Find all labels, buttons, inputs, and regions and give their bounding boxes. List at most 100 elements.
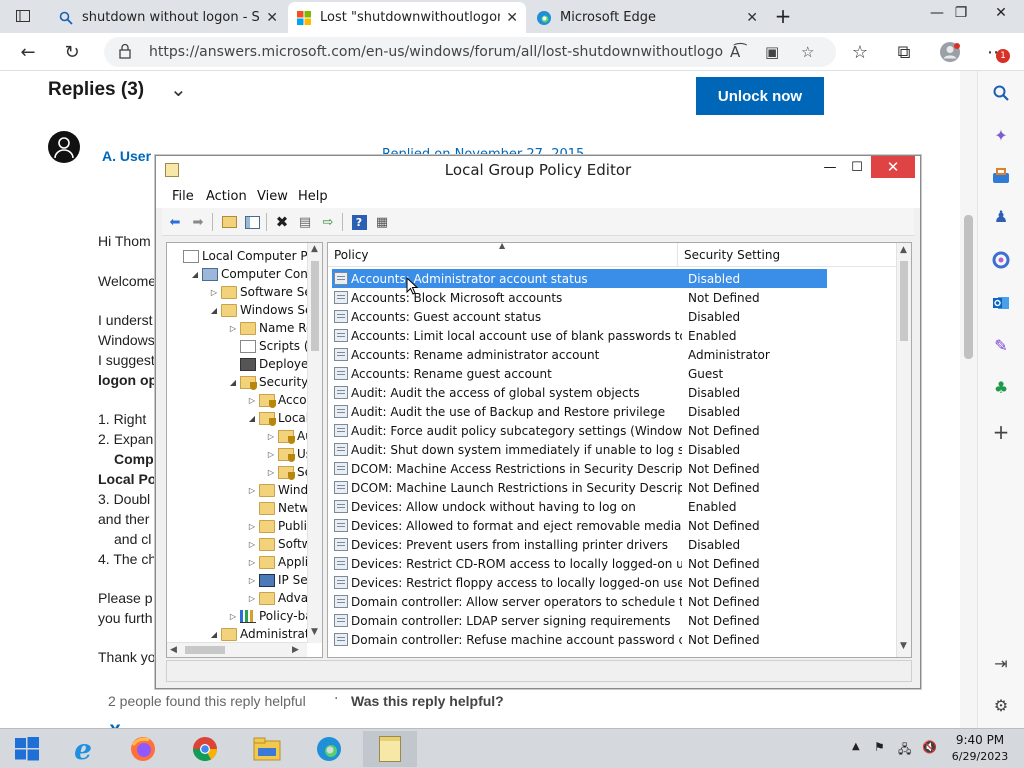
new-tab-button[interactable]: + — [766, 3, 800, 29]
properties-icon[interactable]: ▤ — [296, 213, 314, 231]
expand-arrow-icon[interactable]: ▷ — [247, 396, 257, 405]
outlook-icon[interactable] — [989, 291, 1013, 315]
collections-icon[interactable]: ⧉ — [890, 38, 918, 66]
expand-arrow-icon[interactable]: ▷ — [247, 540, 257, 549]
policy-list[interactable]: ▲ Policy Security Setting Accounts: Admi… — [327, 242, 912, 658]
tree-item[interactable]: ▷ Windo — [247, 481, 316, 499]
back-arrow-icon[interactable]: ⬅ — [166, 213, 184, 231]
expand-arrow-icon[interactable]: ▷ — [266, 468, 276, 477]
menu-file[interactable]: File — [172, 189, 194, 204]
filter-options-icon[interactable]: ▦ — [373, 213, 391, 231]
back-button[interactable]: ← — [14, 38, 42, 66]
column-divider[interactable] — [677, 243, 678, 267]
tab-lost-shutdown[interactable]: Lost "shutdownwithoutlogon" b ✕ — [288, 2, 526, 33]
gpe-title-bar[interactable]: Local Group Policy Editor — ☐ ✕ — [156, 156, 920, 184]
list-vertical-scrollbar[interactable]: ▲ ▼ — [896, 243, 911, 657]
tree-icon[interactable]: ♣ — [989, 375, 1013, 399]
policy-row[interactable]: Devices: Allowed to format and eject rem… — [332, 516, 827, 535]
policy-row[interactable]: Accounts: Guest account status Disabled — [332, 307, 827, 326]
tab-close-icon[interactable]: ✕ — [266, 10, 278, 26]
policy-row[interactable]: Devices: Allow undock without having to … — [332, 497, 827, 516]
policy-row[interactable]: DCOM: Machine Access Restrictions in Sec… — [332, 459, 827, 478]
network-icon[interactable]: 🖧 — [898, 740, 911, 761]
scrollbar-thumb[interactable] — [311, 261, 319, 351]
policy-row[interactable]: Devices: Prevent users from installing p… — [332, 535, 827, 554]
restore-window-button[interactable]: ❐ — [944, 0, 978, 26]
expand-arrow-icon[interactable]: ▷ — [266, 450, 276, 459]
close-button[interactable]: ✕ — [871, 156, 915, 178]
tab-search[interactable]: shutdown without logon - Search ✕ — [50, 2, 286, 33]
policy-row[interactable]: Domain controller: Refuse machine accoun… — [332, 630, 827, 649]
policy-row[interactable]: Accounts: Limit local account use of bla… — [332, 326, 827, 345]
policy-row[interactable]: Devices: Restrict CD-ROM access to local… — [332, 554, 827, 573]
tree-item[interactable]: Local Computer Polic — [171, 247, 322, 265]
policy-row[interactable]: Devices: Restrict floppy access to local… — [332, 573, 827, 592]
expand-arrow-icon[interactable]: ▷ — [247, 558, 257, 567]
favorites-icon[interactable]: ☆ — [846, 38, 874, 66]
hide-sidebar-icon[interactable]: ⇥ — [989, 651, 1013, 675]
internet-explorer-icon[interactable]: e — [56, 731, 110, 767]
help-icon[interactable]: ? — [350, 213, 368, 231]
sidebar-settings-icon[interactable]: ⚙ — [989, 693, 1013, 717]
reply-author[interactable]: A. User — [102, 148, 151, 164]
chrome-icon[interactable] — [178, 731, 232, 767]
minimize-button[interactable]: — — [816, 156, 844, 178]
refresh-button[interactable]: ↻ — [58, 38, 86, 66]
policy-row[interactable]: Audit: Audit the access of global system… — [332, 383, 827, 402]
tree-item[interactable]: ▷ Au — [266, 427, 313, 445]
tree-vertical-scrollbar[interactable]: ▲ ▼ — [307, 243, 322, 643]
close-window-button[interactable]: ✕ — [984, 0, 1018, 26]
scrollbar-thumb[interactable] — [185, 646, 225, 654]
read-aloud-icon[interactable]: A͡ — [730, 43, 740, 61]
collapse-arrow-icon[interactable]: ◢ — [228, 378, 238, 387]
games-icon[interactable]: ♟ — [989, 204, 1013, 228]
chevron-down-icon[interactable]: ⌄ — [170, 77, 187, 101]
expand-arrow-icon[interactable]: ▷ — [247, 576, 257, 585]
tree-item[interactable]: ◢ Windows Sett — [209, 301, 322, 319]
tree-horizontal-scrollbar[interactable]: ◀ ▶ — [167, 642, 307, 657]
expand-arrow-icon[interactable]: ▷ — [266, 432, 276, 441]
search-icon[interactable] — [989, 81, 1013, 105]
up-folder-icon[interactable] — [220, 213, 238, 231]
policy-row[interactable]: Accounts: Rename administrator account Ad… — [332, 345, 827, 364]
tree-item[interactable]: Netwo — [247, 499, 316, 517]
expand-arrow-icon[interactable]: ▷ — [247, 486, 257, 495]
policy-row[interactable]: DCOM: Machine Launch Restrictions in Sec… — [332, 478, 827, 497]
add-sidebar-app-icon[interactable]: + — [989, 420, 1013, 444]
console-tree[interactable]: Local Computer Polic ◢ Computer Configu ▷ So… — [166, 242, 323, 658]
column-header-security-setting[interactable]: Security Setting — [684, 248, 780, 262]
menu-view[interactable]: View — [257, 189, 288, 204]
group-policy-taskbar-icon[interactable] — [363, 731, 417, 767]
copilot-sparkle-icon[interactable]: ✦ — [989, 123, 1013, 147]
start-button[interactable] — [0, 731, 54, 767]
delete-icon[interactable]: ✖ — [273, 213, 291, 231]
tree-item[interactable]: ▷ Applic — [247, 553, 315, 571]
tools-icon[interactable]: ✎ — [989, 333, 1013, 357]
expand-arrow-icon[interactable]: ▷ — [228, 324, 238, 333]
expand-arrow-icon[interactable]: ▷ — [247, 522, 257, 531]
show-hidden-icons-icon[interactable]: ▲ — [852, 741, 860, 752]
action-center-flag-icon[interactable]: ⚑ — [874, 740, 885, 754]
tab-close-icon[interactable]: ✕ — [506, 10, 518, 26]
export-list-icon[interactable]: ⇨ — [319, 213, 337, 231]
tree-item[interactable]: ▷ Accou — [247, 391, 314, 409]
menu-help[interactable]: Help — [298, 189, 328, 204]
shopping-bag-icon[interactable] — [989, 164, 1013, 188]
volume-muted-icon[interactable]: 🔇 — [922, 740, 937, 754]
file-explorer-icon[interactable] — [240, 731, 294, 767]
firefox-icon[interactable] — [116, 731, 170, 767]
url-text[interactable]: https://answers.microsoft.com/en-us/wind… — [149, 44, 724, 60]
tree-item[interactable]: ▷ Policy-bas — [228, 607, 319, 625]
collapse-arrow-icon[interactable]: ◢ — [247, 414, 257, 423]
address-bar[interactable]: https://answers.microsoft.com/en-us/wind… — [104, 37, 836, 67]
add-favorite-icon[interactable]: ☆ — [801, 43, 814, 61]
page-scrollbar[interactable] — [960, 71, 977, 728]
collapse-arrow-icon[interactable]: ◢ — [209, 306, 219, 315]
expand-arrow-icon[interactable]: ▷ — [228, 612, 238, 621]
tree-item[interactable]: ▷ Advan — [247, 589, 316, 607]
tab-close-icon[interactable]: ✕ — [746, 10, 758, 26]
lock-icon[interactable] — [118, 43, 132, 63]
tree-item[interactable]: ◢ Administrative — [209, 625, 322, 643]
scrollbar-thumb[interactable] — [964, 215, 973, 359]
unlock-now-button[interactable]: Unlock now — [696, 77, 824, 115]
